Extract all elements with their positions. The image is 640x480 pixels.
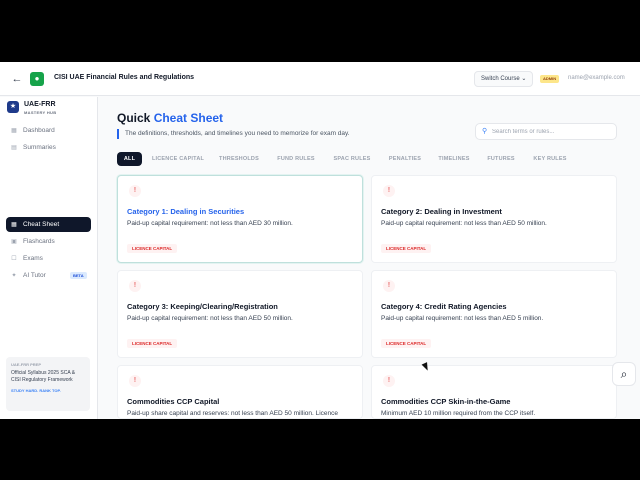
app-screen: ← ● CISI UAE Financial Rules and Regulat… <box>0 62 640 419</box>
beta-badge: BETA <box>70 272 87 279</box>
sidebar-item-label: AI Tutor <box>23 272 46 279</box>
alert-icon: ! <box>129 375 141 387</box>
sidebar-item-label: Summaries <box>23 144 56 151</box>
book-icon: ▤ <box>11 145 17 151</box>
sidebar-item-exams[interactable]: ☐ Exams <box>6 251 91 266</box>
page-title-accent: Cheat Sheet <box>153 111 224 125</box>
sidebar-item-label: Exams <box>23 255 43 262</box>
course-title: CISI UAE Financial Rules and Regulations <box>54 74 195 81</box>
search-box[interactable]: ⚲ <box>475 123 617 140</box>
rule-card[interactable]: ! Commodities CCP Capital Paid-up share … <box>117 365 363 419</box>
page-subtitle: The definitions, thresholds, and timelin… <box>117 129 350 139</box>
alert-icon: ! <box>129 280 141 292</box>
tab-timelines[interactable]: TIMELINES <box>435 152 473 166</box>
search-input[interactable] <box>492 126 612 138</box>
tab-key-rules[interactable]: KEY RULES <box>530 152 570 166</box>
tab-futures[interactable]: FUTURES <box>483 152 519 166</box>
sparkle-icon: ✦ <box>11 273 17 279</box>
top-bar: ← ● CISI UAE Financial Rules and Regulat… <box>0 62 640 96</box>
card-title: Category 4: Credit Rating Agencies <box>381 302 507 311</box>
card-text: Paid-up capital requirement: not less th… <box>127 220 293 227</box>
rule-card[interactable]: ! Category 4: Credit Rating Agencies Pai… <box>371 270 617 358</box>
sidebar-item-cheat-sheet[interactable]: ▦ Cheat Sheet <box>6 217 91 232</box>
card-title: Category 1: Dealing in Securities <box>127 207 245 216</box>
brand-name: UAE-FRR <box>24 101 56 108</box>
exam-icon: ☐ <box>11 256 17 262</box>
promo-kicker: UAE-FRR PREP <box>11 362 42 367</box>
alert-icon: ! <box>129 185 141 197</box>
tab-thresholds[interactable]: THRESHOLDS <box>216 152 262 166</box>
search-icon: ⚲ <box>482 128 488 135</box>
alert-icon: ! <box>383 375 395 387</box>
cards-icon: ▣ <box>11 239 17 245</box>
user-email[interactable]: name@example.com <box>568 75 625 81</box>
tab-spac-rules[interactable]: SPAC RULES <box>330 152 374 166</box>
tab-fund-rules[interactable]: FUND RULES <box>274 152 318 166</box>
switch-course-button[interactable]: Switch Course ⌄ <box>474 71 534 87</box>
card-title: Commodities CCP Capital <box>127 397 220 406</box>
card-text: Paid-up share capital and reserves: not … <box>127 410 339 417</box>
brand-subtitle: MASTERY HUB <box>24 110 57 115</box>
sidebar-item-label: Flashcards <box>23 238 55 245</box>
card-tag: LICENCE CAPITAL <box>127 339 178 348</box>
main-content: Quick Cheat Sheet The definitions, thres… <box>99 97 640 419</box>
card-text: Paid-up capital requirement: not less th… <box>381 220 547 227</box>
rule-card[interactable]: ! Category 1: Dealing in Securities Paid… <box>117 175 363 263</box>
back-arrow-icon[interactable]: ← <box>10 72 24 86</box>
card-text: Minimum AED 10 million required from the… <box>381 410 536 417</box>
card-tag: LICENCE CAPITAL <box>381 339 432 348</box>
trophy-icon: ★ <box>7 101 19 113</box>
zoom-search-icon[interactable]: ⌕ <box>612 362 636 386</box>
card-text: Paid-up capital requirement: not less th… <box>127 315 293 322</box>
tab-penalties[interactable]: PENALTIES <box>385 152 425 166</box>
promo-foot: STUDY HARD. RANK TOP. <box>11 388 61 393</box>
rule-card[interactable]: ! Commodities CCP Skin-in-the-Game Minim… <box>371 365 617 419</box>
switch-course-label: Switch Course <box>481 76 520 82</box>
tab-licence-capital[interactable]: LICENCE CAPITAL <box>148 152 208 166</box>
app-logo-icon: ● <box>30 72 44 86</box>
admin-badge: ADMIN <box>540 75 560 83</box>
card-title: Category 2: Dealing in Investment <box>381 207 502 216</box>
sidebar-item-flashcards[interactable]: ▣ Flashcards <box>6 234 91 249</box>
promo-text: Official Syllabus 2025 SCA & CISI Regula… <box>11 370 76 383</box>
sidebar-item-ai-tutor[interactable]: ✦ AI Tutor BETA <box>6 268 91 283</box>
chevron-down-icon: ⌄ <box>521 76 527 82</box>
sheet-icon: ▦ <box>11 222 17 228</box>
rule-card[interactable]: ! Category 2: Dealing in Investment Paid… <box>371 175 617 263</box>
page-title: Quick Cheat Sheet <box>117 111 223 125</box>
tab-all[interactable]: ALL <box>117 152 142 166</box>
sidebar-item-label: Dashboard <box>23 127 55 134</box>
sidebar-item-summaries[interactable]: ▤ Summaries <box>6 140 91 155</box>
sidebar-item-dashboard[interactable]: ▦ Dashboard <box>6 123 91 138</box>
alert-icon: ! <box>383 185 395 197</box>
card-tag: LICENCE CAPITAL <box>381 244 432 253</box>
card-title: Category 3: Keeping/Clearing/Registratio… <box>127 302 278 311</box>
promo-box: UAE-FRR PREP Official Syllabus 2025 SCA … <box>6 357 90 411</box>
grid-icon: ▦ <box>11 128 17 134</box>
card-tag: LICENCE CAPITAL <box>127 244 178 253</box>
page-title-plain: Quick <box>117 111 154 125</box>
sidebar: ★ UAE-FRR MASTERY HUB ▦ Dashboard ▤ Summ… <box>0 97 98 419</box>
card-title: Commodities CCP Skin-in-the-Game <box>381 397 511 406</box>
alert-icon: ! <box>383 280 395 292</box>
rule-card[interactable]: ! Category 3: Keeping/Clearing/Registrat… <box>117 270 363 358</box>
sidebar-item-label: Cheat Sheet <box>23 221 60 228</box>
card-text: Paid-up capital requirement: not less th… <box>381 315 544 322</box>
